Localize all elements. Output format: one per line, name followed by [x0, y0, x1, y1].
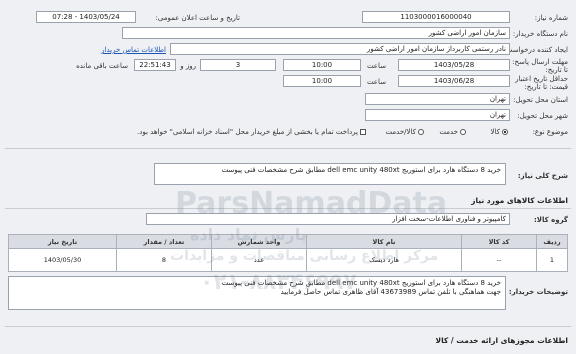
buyer-org-label: نام دستگاه خریدار:: [512, 30, 568, 38]
col-date: تاریخ نیاز: [8, 234, 117, 249]
cell-unit: عدد: [211, 248, 307, 272]
goods-table: ردیف کد کالا نام کالا واحد شمارش تعداد /…: [8, 234, 568, 272]
category-option-service[interactable]: خدمت: [439, 128, 466, 136]
cell-name: هارد دیسک: [306, 248, 462, 272]
col-qty: تعداد / مقدار: [116, 234, 212, 249]
category-option-both[interactable]: کالا/خدمت: [386, 128, 424, 136]
deadline-date-field: 1403/05/28: [398, 59, 510, 71]
announce-field: 1403/05/24 - 07:28: [36, 11, 136, 23]
goods-group-label: گروه کالا:: [533, 216, 568, 224]
radio-selected-icon: [502, 129, 508, 135]
col-name: نام کالا: [306, 234, 462, 249]
license-section-title: اطلاعات مجوزهای ارائه خدمت / کالا: [435, 336, 568, 345]
buyer-contact-link[interactable]: اطلاعات تماس خریدار: [101, 46, 166, 54]
deadline-time-label: ساعت: [366, 62, 386, 70]
validity-time-field: 10:00: [283, 75, 361, 87]
description-label: شرح کلی نیاز:: [517, 172, 568, 180]
creator-field: نادر رستمی کاربرداز سازمان امور اراضی کش…: [170, 43, 510, 55]
col-row: ردیف: [536, 234, 568, 249]
remaining-time-field: 22:51:43: [134, 59, 176, 71]
buyer-org-field: سازمان امور اراضی کشور: [122, 27, 510, 39]
cell-qty: 8: [116, 248, 212, 272]
province-label: استان محل تحویل:: [513, 96, 568, 104]
validity-date-field: 1403/06/28: [398, 75, 510, 87]
radio-icon: [418, 129, 424, 135]
cell-row: 1: [536, 248, 568, 272]
category-label: موضوع نوع:: [532, 128, 568, 136]
divider: [5, 148, 571, 149]
need-number-label: شماره نیاز:: [534, 14, 568, 22]
goods-section-title: اطلاعات کالاهای مورد نیاز: [471, 196, 568, 205]
deadline-label: مهلت ارسال پاسخ: تا تاریخ:: [512, 58, 568, 74]
divider: [5, 326, 571, 327]
deadline-days-field: 3: [200, 59, 276, 71]
deadline-time-field: 10:00: [283, 59, 361, 71]
buyer-notes-label: توضیحات خریدار:: [508, 288, 568, 296]
creator-label: ایجاد کننده درخواست:: [503, 46, 569, 54]
payment-note[interactable]: پرداخت تمام یا بخشی از مبلغ خریدار محل "…: [137, 128, 366, 136]
announce-label: تاریخ و ساعت اعلان عمومی:: [155, 14, 240, 22]
cell-code: --: [461, 248, 537, 272]
radio-icon: [460, 129, 466, 135]
buyer-notes-line1: خرید 8 دستگاه هارد برای استوریج dell emc…: [221, 279, 501, 287]
buyer-notes-line2: جهت هماهنگی با تلفن تماس 43673989 آقای ظ…: [280, 288, 501, 296]
description-box: خرید 8 دستگاه هارد برای استوریج dell emc…: [154, 163, 506, 185]
description-text: خرید 8 دستگاه هارد برای استوریج dell emc…: [221, 166, 501, 174]
province-field: تهران: [365, 93, 510, 105]
validity-label: حداقل تاریخ اعتبار قیمت: تا تاریخ:: [515, 75, 568, 91]
checkbox-icon: [360, 129, 366, 135]
category-option-goods[interactable]: کالا: [491, 128, 508, 136]
need-number-field: 1103000016000040: [362, 11, 510, 23]
validity-time-label: ساعت: [366, 78, 386, 86]
col-code: کد کالا: [461, 234, 537, 249]
days-label: روز و: [180, 62, 196, 70]
table-header-row: ردیف کد کالا نام کالا واحد شمارش تعداد /…: [8, 234, 568, 249]
remaining-label: ساعت باقی مانده: [76, 62, 128, 70]
city-label: شهر محل تحویل:: [517, 112, 568, 120]
buyer-notes-box: خرید 8 دستگاه هارد برای استوریج dell emc…: [8, 276, 506, 310]
city-field: تهران: [365, 109, 510, 121]
cell-date: 1403/05/30: [8, 248, 117, 272]
col-unit: واحد شمارش: [211, 234, 307, 249]
goods-group-field: کامپیوتر و فناوری اطلاعات-سخت افزار: [146, 213, 510, 225]
divider: [5, 208, 571, 209]
table-row[interactable]: 1 -- هارد دیسک عدد 8 1403/05/30: [8, 248, 568, 272]
